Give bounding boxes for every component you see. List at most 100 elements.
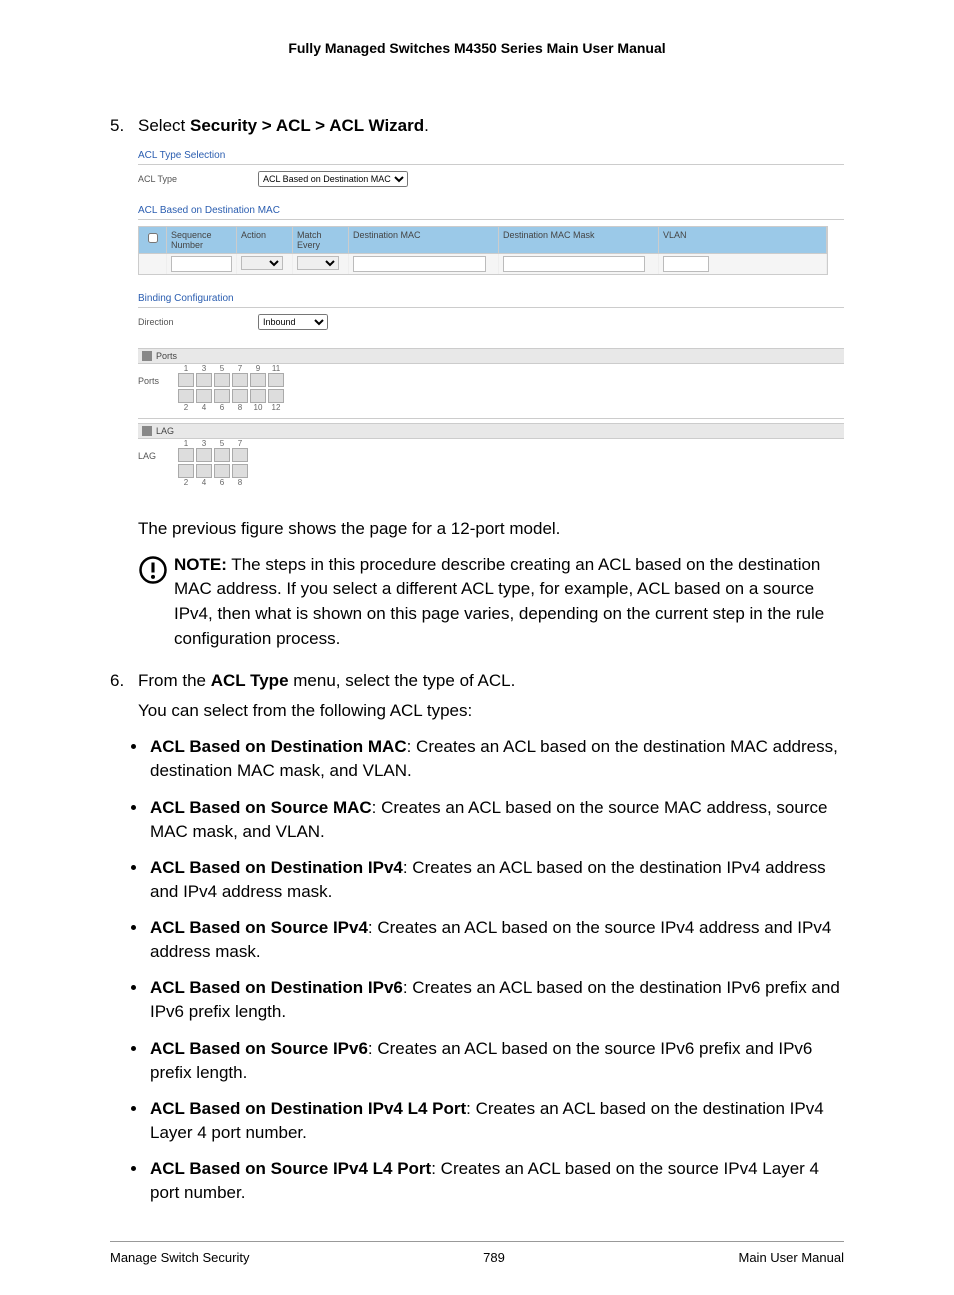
th-dest-mac: Destination MAC [349, 227, 499, 253]
vlan-input[interactable] [663, 256, 709, 272]
port-number: 6 [214, 478, 230, 487]
port-number: 8 [232, 478, 248, 487]
port-number: 9 [250, 364, 266, 373]
section-acl-type-selection: ACL Type Selection [138, 150, 844, 165]
footer-left: Manage Switch Security [110, 1250, 249, 1265]
note-text: The steps in this procedure describe cre… [174, 555, 824, 648]
th-action: Action [237, 227, 293, 253]
lag-band: LAG [138, 423, 844, 439]
port-cell[interactable] [232, 373, 248, 387]
direction-select[interactable]: Inbound [258, 314, 328, 330]
list-item-title: ACL Based on Destination IPv6 [150, 978, 403, 997]
page-footer: Manage Switch Security 789 Main User Man… [110, 1241, 844, 1265]
port-number: 3 [196, 439, 212, 448]
list-item: ACL Based on Source IPv6: Creates an ACL… [148, 1037, 844, 1085]
port-cell[interactable] [214, 373, 230, 387]
match-every-select[interactable] [297, 256, 339, 270]
port-cell[interactable] [196, 389, 212, 403]
list-item: ACL Based on Source IPv4 L4 Port: Create… [148, 1157, 844, 1205]
list-item: ACL Based on Destination IPv4 L4 Port: C… [148, 1097, 844, 1145]
dest-mac-mask-input[interactable] [503, 256, 645, 272]
th-sequence: Sequence Number [167, 227, 237, 253]
acl-wizard-screenshot: ACL Type Selection ACL Type ACL Based on… [138, 150, 844, 493]
list-item: ACL Based on Destination MAC: Creates an… [148, 735, 844, 783]
port-cell[interactable] [196, 448, 212, 462]
port-cell[interactable] [232, 464, 248, 478]
ports-band-label: Ports [156, 351, 177, 361]
page-header: Fully Managed Switches M4350 Series Main… [110, 40, 844, 56]
port-number: 1 [178, 364, 194, 373]
acl-table: Sequence Number Action Match Every Desti… [138, 226, 828, 275]
acl-type-select[interactable]: ACL Based on Destination MAC [258, 171, 408, 187]
step-5-breadcrumb: Security > ACL > ACL Wizard [190, 116, 424, 135]
port-number: 6 [214, 403, 230, 412]
list-item: ACL Based on Destination IPv4: Creates a… [148, 856, 844, 904]
note-block: NOTE: The steps in this procedure descri… [138, 553, 844, 652]
port-number: 8 [232, 403, 248, 412]
sequence-input[interactable] [171, 256, 232, 272]
port-number: 3 [196, 364, 212, 373]
list-item-title: ACL Based on Destination IPv4 [150, 858, 403, 877]
port-number: 11 [268, 364, 284, 373]
list-item: ACL Based on Destination IPv6: Creates a… [148, 976, 844, 1024]
port-cell[interactable] [214, 464, 230, 478]
port-cell[interactable] [268, 389, 284, 403]
footer-page-number: 789 [483, 1250, 505, 1265]
th-vlan: VLAN [659, 227, 827, 253]
list-item-title: ACL Based on Source IPv6 [150, 1039, 368, 1058]
port-cell[interactable] [178, 464, 194, 478]
port-cell[interactable] [214, 448, 230, 462]
ports-icon [142, 351, 152, 361]
port-number: 7 [232, 364, 248, 373]
list-item-title: ACL Based on Source MAC [150, 798, 372, 817]
port-cell[interactable] [250, 373, 266, 387]
dest-mac-input[interactable] [353, 256, 486, 272]
section-acl-dest-mac: ACL Based on Destination MAC [138, 205, 844, 220]
list-item-title: ACL Based on Source IPv4 L4 Port [150, 1159, 431, 1178]
step-6-suffix: menu, select the type of ACL. [289, 671, 516, 690]
port-cell[interactable] [214, 389, 230, 403]
port-cell[interactable] [178, 448, 194, 462]
direction-label: Direction [138, 317, 248, 327]
port-number: 2 [178, 403, 194, 412]
port-number: 4 [196, 403, 212, 412]
th-checkbox[interactable] [139, 227, 167, 253]
step-6-bold: ACL Type [211, 671, 289, 690]
action-select[interactable] [241, 256, 283, 270]
ports-grid-label: Ports [138, 376, 159, 386]
port-number: 12 [268, 403, 284, 412]
port-number: 7 [232, 439, 248, 448]
port-number: 4 [196, 478, 212, 487]
port-number: 10 [250, 403, 266, 412]
step-6-prefix: From the [138, 671, 211, 690]
port-cell[interactable] [268, 373, 284, 387]
port-cell[interactable] [178, 373, 194, 387]
step-5: 5.Select Security > ACL > ACL Wizard. [110, 116, 844, 136]
port-cell[interactable] [250, 389, 266, 403]
port-cell[interactable] [232, 389, 248, 403]
step-5-suffix: . [424, 116, 429, 135]
list-item: ACL Based on Source MAC: Creates an ACL … [148, 796, 844, 844]
list-item: ACL Based on Source IPv4: Creates an ACL… [148, 916, 844, 964]
ports-band: Ports [138, 348, 844, 364]
acl-type-label: ACL Type [138, 174, 248, 184]
port-cell[interactable] [232, 448, 248, 462]
note-icon [138, 553, 174, 652]
section-binding-config: Binding Configuration [138, 293, 844, 308]
lag-icon [142, 426, 152, 436]
step-5-prefix: Select [138, 116, 190, 135]
note-label: NOTE: [174, 555, 227, 574]
step-6: 6.From the ACL Type menu, select the typ… [110, 671, 844, 691]
list-item-title: ACL Based on Destination IPv4 L4 Port [150, 1099, 466, 1118]
port-cell[interactable] [196, 464, 212, 478]
footer-right: Main User Manual [739, 1250, 845, 1265]
select-all-checkbox[interactable] [148, 233, 158, 243]
step-6-number: 6. [110, 671, 138, 691]
th-match-every: Match Every [293, 227, 349, 253]
port-cell[interactable] [196, 373, 212, 387]
th-dest-mac-mask: Destination MAC Mask [499, 227, 659, 253]
lag-grid-label: LAG [138, 451, 156, 461]
port-cell[interactable] [178, 389, 194, 403]
acl-type-list: ACL Based on Destination MAC: Creates an… [148, 735, 844, 1205]
row-checkbox-cell [139, 254, 167, 274]
